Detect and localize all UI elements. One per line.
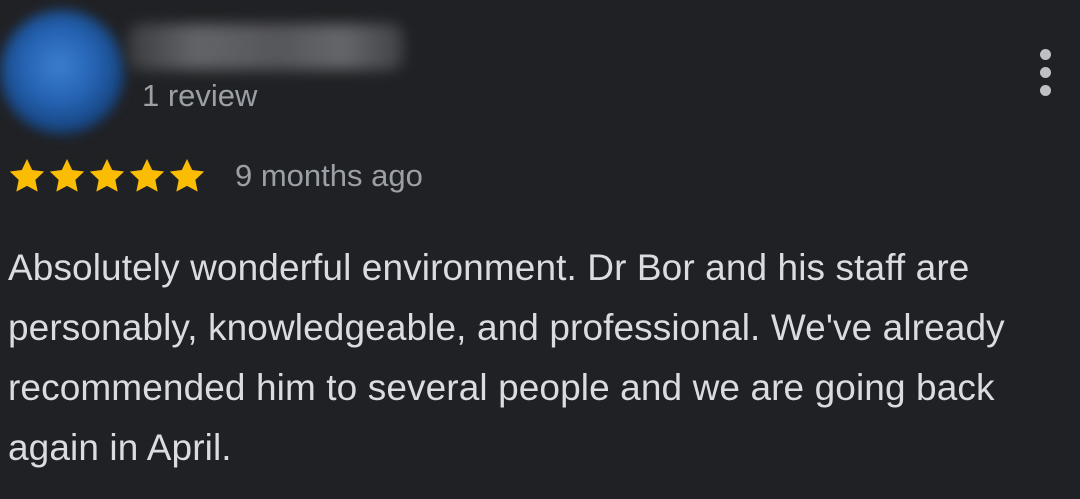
star-icon [89,159,125,192]
more-vert-icon [1039,48,1051,60]
more-vert-icon-dot [1039,66,1051,78]
reviewer-name-redacted[interactable] [128,24,403,70]
star-icon [49,159,85,192]
more-options-button[interactable] [1025,42,1065,102]
review-time-ago: 9 months ago [235,158,423,193]
review-card: 1 review 9 months ago Absolutely wonderf… [0,0,1080,499]
more-vert-icon-dot [1039,84,1051,96]
review-text: Absolutely wonderful environment. Dr Bor… [8,247,1005,468]
reviewer-review-count: 1 review [142,78,258,113]
reviewer-avatar[interactable] [0,10,124,134]
star-icon [129,159,165,192]
star-icon [169,159,205,192]
star-rating [7,156,207,196]
star-icon [9,159,45,192]
